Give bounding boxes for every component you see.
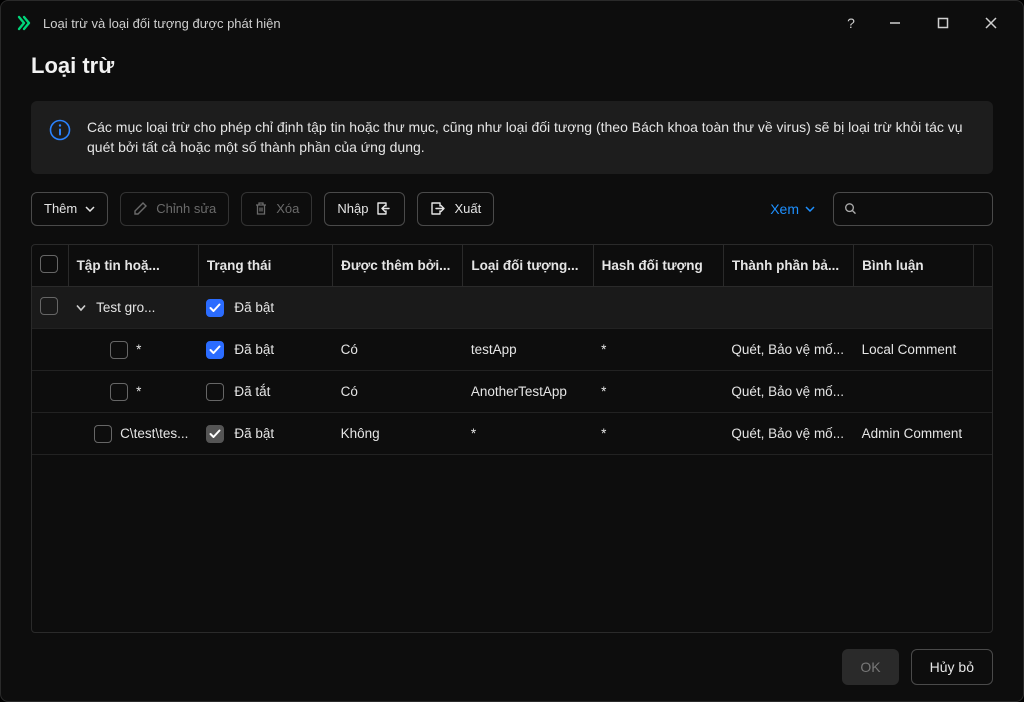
export-button[interactable]: Xuất	[417, 192, 494, 226]
group-label: Test gro...	[96, 300, 155, 315]
row-checkbox[interactable]	[110, 341, 128, 359]
import-button[interactable]: Nhập	[324, 192, 405, 226]
status-toggle[interactable]	[206, 299, 224, 317]
window-title: Loại trừ và loại đối tượng được phát hiệ…	[43, 16, 825, 31]
cell-file: *	[136, 384, 141, 399]
cell-hash: *	[593, 413, 723, 455]
status-toggle[interactable]	[206, 425, 224, 443]
cell-object-type: AnotherTestApp	[463, 371, 593, 413]
header-comment[interactable]: Bình luận	[854, 245, 974, 287]
cell-hash: *	[593, 371, 723, 413]
help-button[interactable]: ?	[835, 7, 867, 39]
cell-comment	[854, 371, 974, 413]
table-row[interactable]: *Đã bậtCótestApp*Quét, Bảo vệ mố...Local…	[32, 329, 992, 371]
row-checkbox[interactable]	[94, 425, 112, 443]
status-toggle[interactable]	[206, 383, 224, 401]
row-checkbox[interactable]	[110, 383, 128, 401]
row-checkbox[interactable]	[40, 297, 58, 315]
info-icon	[49, 119, 71, 141]
table-group-row[interactable]: Test gro... Đã bật	[32, 287, 992, 329]
add-button[interactable]: Thêm	[31, 192, 108, 226]
delete-button[interactable]: Xóa	[241, 192, 312, 226]
edit-button-label: Chỉnh sửa	[156, 201, 216, 216]
trash-icon	[254, 201, 268, 216]
cell-added-by: Không	[333, 413, 463, 455]
view-dropdown[interactable]: Xem	[770, 201, 815, 217]
app-logo-icon	[15, 14, 33, 32]
cell-components: Quét, Bảo vệ mố...	[723, 329, 853, 371]
import-icon	[376, 201, 392, 216]
header-components[interactable]: Thành phần bả...	[723, 245, 853, 287]
table-row[interactable]: *Đã tắtCóAnotherTestApp*Quét, Bảo vệ mố.…	[32, 371, 992, 413]
import-button-label: Nhập	[337, 201, 368, 216]
close-button[interactable]	[971, 7, 1011, 39]
ok-button[interactable]: OK	[842, 649, 898, 685]
search-box[interactable]	[833, 192, 993, 226]
cell-comment: Local Comment	[854, 329, 974, 371]
exclusions-table: Tập tin hoặ... Trạng thái Được thêm bởi.…	[31, 244, 993, 633]
info-banner: Các mục loại trừ cho phép chỉ định tập t…	[31, 101, 993, 174]
cell-object-type: *	[463, 413, 593, 455]
app-window: Loại trừ và loại đối tượng được phát hiệ…	[0, 0, 1024, 702]
toolbar: Thêm Chỉnh sửa Xóa Nhập Xuất Xem	[31, 192, 993, 226]
status-label: Đã bật	[234, 300, 274, 315]
chevron-down-icon	[805, 206, 815, 212]
dialog-footer: OK Hủy bỏ	[1, 633, 1023, 701]
table-row[interactable]: C\test\tes...Đã bậtKhông**Quét, Bảo vệ m…	[32, 413, 992, 455]
cell-object-type: testApp	[463, 329, 593, 371]
cell-added-by: Có	[333, 329, 463, 371]
view-label: Xem	[770, 201, 799, 217]
content-area: Loại trừ Các mục loại trừ cho phép chỉ đ…	[1, 45, 1023, 633]
search-input[interactable]	[865, 201, 982, 216]
header-file[interactable]: Tập tin hoặ...	[68, 245, 198, 287]
cancel-button[interactable]: Hủy bỏ	[911, 649, 993, 685]
table-header-row: Tập tin hoặ... Trạng thái Được thêm bởi.…	[32, 245, 992, 287]
export-button-label: Xuất	[454, 201, 481, 216]
minimize-button[interactable]	[875, 7, 915, 39]
search-icon	[844, 201, 857, 216]
cell-hash: *	[593, 329, 723, 371]
header-hash[interactable]: Hash đối tượng	[593, 245, 723, 287]
window-controls: ?	[835, 7, 1011, 39]
cell-components: Quét, Bảo vệ mố...	[723, 413, 853, 455]
cell-status: Đã bật	[234, 342, 274, 357]
cell-added-by: Có	[333, 371, 463, 413]
cell-comment: Admin Comment	[854, 413, 974, 455]
cell-status: Đã bật	[234, 426, 274, 441]
add-button-label: Thêm	[44, 201, 77, 216]
status-toggle[interactable]	[206, 341, 224, 359]
select-all-checkbox[interactable]	[40, 255, 58, 273]
cell-status: Đã tắt	[234, 384, 270, 399]
maximize-button[interactable]	[923, 7, 963, 39]
edit-button[interactable]: Chỉnh sửa	[120, 192, 229, 226]
chevron-down-icon[interactable]	[76, 304, 86, 312]
cell-file: *	[136, 342, 141, 357]
info-text: Các mục loại trừ cho phép chỉ định tập t…	[87, 117, 975, 158]
header-checkbox-cell	[32, 245, 68, 287]
cell-file: C\test\tes...	[120, 426, 188, 441]
header-status[interactable]: Trạng thái	[198, 245, 332, 287]
page-title: Loại trừ	[31, 53, 993, 79]
titlebar: Loại trừ và loại đối tượng được phát hiệ…	[1, 1, 1023, 45]
header-added-by[interactable]: Được thêm bởi...	[333, 245, 463, 287]
pencil-icon	[133, 201, 148, 216]
cell-components: Quét, Bảo vệ mố...	[723, 371, 853, 413]
header-object-type[interactable]: Loại đối tượng...	[463, 245, 593, 287]
export-icon	[430, 201, 446, 216]
delete-button-label: Xóa	[276, 201, 299, 216]
chevron-down-icon	[85, 206, 95, 212]
